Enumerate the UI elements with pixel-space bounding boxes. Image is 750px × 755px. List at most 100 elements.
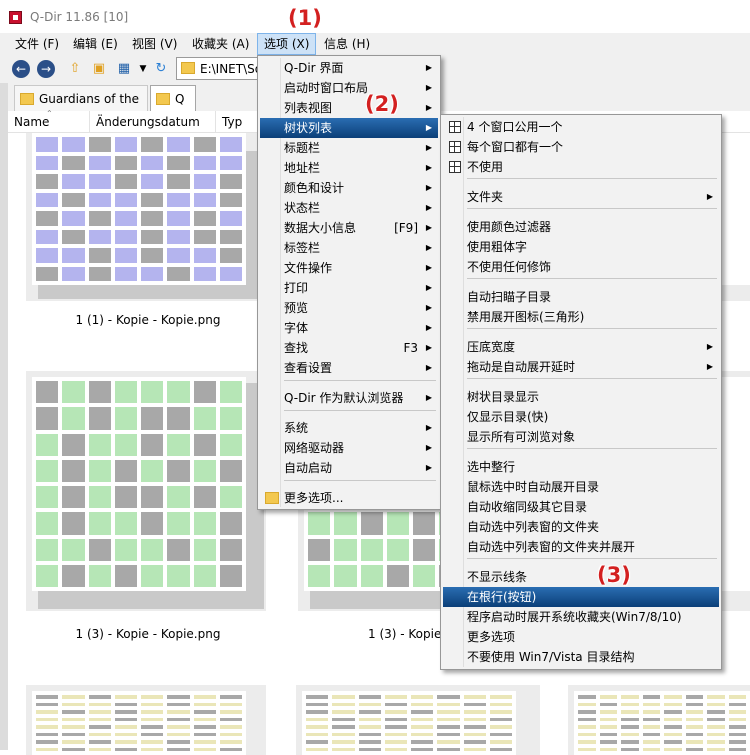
tree-menu-item-17[interactable]: 自动选中列表窗的文件夹 [443,517,719,537]
tree-menu-item-11[interactable]: 树状目录显示 [443,387,719,407]
tree-menu-item-23[interactable]: 不要使用 Win7/Vista 目录结构 [443,647,719,667]
thumbnail-card[interactable] [26,685,266,755]
tree-menu-item-3[interactable]: 文件夹 ▶ [443,187,719,207]
callout-3: (3) [597,563,631,587]
tree-menu-item-10[interactable]: 拖动是自动展开延时 ▶ [443,357,719,377]
menu-item-label: 鼠标选中时自动展开目录 [467,480,600,494]
options-menu-item-15[interactable]: 查看设置 ▶ [260,358,438,378]
tree-menu-item-1[interactable]: 每个窗口都有一个 [443,137,719,157]
options-menu-item-7[interactable]: 状态栏 ▶ [260,198,438,218]
options-menu-item-16[interactable]: Q-Dir 作为默认浏览器 ▶ [260,388,438,408]
column-modified[interactable]: Änderungsdatum [90,111,216,133]
menu-item-label: 树状目录显示 [467,390,540,404]
options-menu-item-17[interactable]: 系统 ▶ [260,418,438,438]
tree-menu-item-19[interactable]: 不显示线条 [443,567,719,587]
options-menu-item-8[interactable]: 数据大小信息 [F9] ▶ [260,218,438,238]
thumbnail-card[interactable] [720,371,750,611]
back-icon[interactable]: ← [12,60,30,78]
menu-item-label: 文件操作 [284,261,333,275]
options-menu-item-9[interactable]: 标签栏 ▶ [260,238,438,258]
thumbnail-card[interactable] [26,133,266,301]
options-menu-item-0[interactable]: Q-Dir 界面 ▶ [260,58,438,78]
file-name[interactable]: 1 (1) - Kopie - Kopie.png [26,313,270,327]
menu-item-label: 自动启动 [284,461,333,475]
thumbnail-card[interactable] [568,685,750,755]
pane-border [0,83,8,750]
menu-item-label: 状态栏 [284,201,321,215]
submenu-arrow-icon: ▶ [425,243,432,252]
tree-menu-item-15[interactable]: 鼠标选中时自动展开目录 [443,477,719,497]
menu-item-label: 查找 [284,341,309,355]
file-name[interactable]: 1 (3) - Kopie - Kopie.png [26,627,270,641]
tree-menu-item-6[interactable]: 不使用任何修饰 [443,257,719,277]
thumbnail-image [720,377,750,591]
options-menu-item-18[interactable]: 网络驱动器 ▶ [260,438,438,458]
tree-menu-item-12[interactable]: 仅显示目录(快) [443,407,719,427]
view-mode-icon[interactable]: ▦ [115,61,133,77]
thumbnail-card[interactable] [26,371,266,611]
options-menu-item-4[interactable]: 标题栏 ▶ [260,138,438,158]
tree-menu-item-0[interactable]: 4 个窗口公用一个 [443,117,719,137]
window-layout-icon [449,121,461,133]
tree-menu-item-21[interactable]: 程序启动时展开系统收藏夹(Win7/8/10) [443,607,719,627]
refresh-icon[interactable]: ↻ [152,61,170,77]
tree-menu-item-20[interactable]: 在根行(按钮) [443,587,719,607]
callout-2: (2) [365,92,399,116]
menu-item-label: 不要使用 Win7/Vista 目录结构 [467,650,635,664]
submenu-arrow-icon: ▶ [706,192,713,201]
menu-info[interactable]: 信息 (H) [318,33,376,55]
thumbnail-image [32,377,246,591]
tree-menu-item-14[interactable]: 选中整行 [443,457,719,477]
menu-item-label: 不使用任何修饰 [467,260,552,274]
tree-menu-item-9[interactable]: 压底宽度 ▶ [443,337,719,357]
options-menu-item-20[interactable]: 更多选项... [260,488,438,508]
tree-menu-item-22[interactable]: 更多选项 [443,627,719,647]
tab-q[interactable]: Q [150,85,196,111]
tab-guardians[interactable]: Guardians of the [14,85,148,111]
menu-view[interactable]: 视图 (V) [126,33,183,55]
options-menu-item-6[interactable]: 颜色和设计 ▶ [260,178,438,198]
menu-item-label: 仅显示目录(快) [467,410,549,424]
dropdown-arrow-icon[interactable]: ▼ [134,61,152,77]
menu-item-label: 自动扫瞄子目录 [467,290,552,304]
menu-favorites[interactable]: 收藏夹 (A) [186,33,255,55]
options-menu-item-10[interactable]: 文件操作 ▶ [260,258,438,278]
menu-options[interactable]: 选项 (X) [257,33,317,55]
sort-ascending-icon: ⌃ [46,109,53,118]
menu-item-label: 使用颜色过滤器 [467,220,552,234]
options-menu-item-12[interactable]: 预览 ▶ [260,298,438,318]
tree-menu-item-7[interactable]: 自动扫瞄子目录 [443,287,719,307]
options-menu-item-5[interactable]: 地址栏 ▶ [260,158,438,178]
menu-item-label: 不显示线条 [467,570,528,584]
options-menu-item-3[interactable]: 树状列表 ▶ [260,118,438,138]
submenu-arrow-icon: ▶ [425,223,432,232]
menu-edit[interactable]: 编辑 (E) [67,33,124,55]
menu-item-label: 更多选项 [467,630,516,644]
thumbnail-card[interactable] [296,685,540,755]
menu-item-label: 程序启动时展开系统收藏夹(Win7/8/10) [467,610,682,624]
tree-menu-item-4[interactable]: 使用颜色过滤器 [443,217,719,237]
menu-file[interactable]: 文件 (F) [9,33,65,55]
options-menu-item-2[interactable]: 列表视图 ▶ [260,98,438,118]
tree-menu-item-18[interactable]: 自动选中列表窗的文件夹并展开 [443,537,719,557]
tree-menu-item-8[interactable]: 禁用展开图标(三角形) [443,307,719,327]
options-menu-item-19[interactable]: 自动启动 ▶ [260,458,438,478]
forward-icon[interactable]: → [37,60,55,78]
tree-menu-item-16[interactable]: 自动收缩同级其它目录 [443,497,719,517]
menu-item-label: 显示所有可浏览对象 [467,430,576,444]
tree-menu-item-2[interactable]: 不使用 [443,157,719,177]
menu-item-label: 选中整行 [467,460,516,474]
up-folder-icon[interactable]: ⇧ [66,61,84,77]
options-menu-item-11[interactable]: 打印 ▶ [260,278,438,298]
options-menu-item-13[interactable]: 字体 ▶ [260,318,438,338]
file-name[interactable]: 1 (3) - Kopie [368,627,448,641]
submenu-arrow-icon: ▶ [706,362,713,371]
tree-menu-item-5[interactable]: 使用粗体字 [443,237,719,257]
folder-icon[interactable]: ▣ [90,61,108,77]
options-menu-item-14[interactable]: 查找 F3 ▶ [260,338,438,358]
tree-menu-item-13[interactable]: 显示所有可浏览对象 [443,427,719,447]
address-folder-icon [181,62,195,74]
tab-label: Guardians of the [39,92,140,106]
options-menu-item-1[interactable]: 启动时窗口布局 ▶ [260,78,438,98]
thumbnail-card[interactable] [720,133,750,301]
